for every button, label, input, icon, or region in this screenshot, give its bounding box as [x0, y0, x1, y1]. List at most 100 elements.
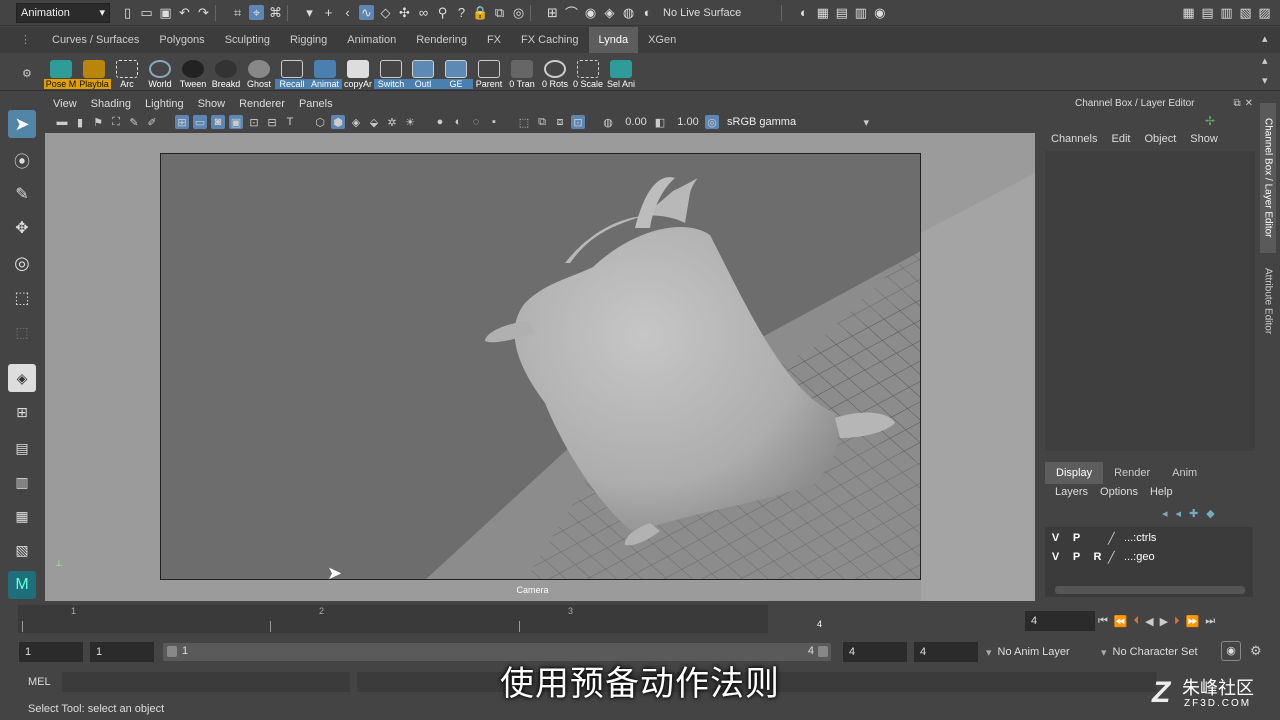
field-chart-icon[interactable]: ⊡ — [247, 115, 261, 129]
layer-row[interactable]: V P R ╱ ...:geo — [1045, 548, 1253, 566]
grease-pencil-icon[interactable]: ✎ — [127, 115, 141, 129]
shelf-scroll-icon[interactable]: ▴ — [1262, 32, 1268, 45]
time-slider[interactable]: 1 2 3 4 4 — [18, 605, 1018, 633]
move-tool-button[interactable]: ✥ — [8, 214, 36, 242]
xray-active-icon[interactable]: ⧈ — [553, 115, 567, 129]
shelf-button[interactable]: Switch — [374, 56, 408, 89]
shadows-icon[interactable]: ● — [433, 115, 447, 129]
wireframe-icon[interactable]: ⬡ — [313, 115, 327, 129]
play-backward-icon[interactable]: ◀ — [1145, 615, 1153, 628]
shelf-button[interactable]: Outl — [406, 56, 440, 89]
highlight-icon[interactable]: ⧉ — [492, 5, 507, 20]
reference-toggle[interactable]: R — [1087, 551, 1108, 563]
move-layer-down-icon[interactable]: ◂ — [1176, 507, 1182, 521]
shelf-button[interactable]: Recall — [275, 56, 309, 89]
grid-icon[interactable]: ⊞ — [175, 115, 189, 129]
graph-layout-button[interactable]: ▧ — [8, 536, 36, 564]
motion-blur-icon[interactable]: ◌ — [469, 115, 483, 129]
gear-icon[interactable]: ⚙ — [22, 67, 32, 80]
shelf-button[interactable]: Pose M — [44, 56, 78, 89]
shelf-button[interactable]: Breakd — [209, 56, 243, 89]
image-plane-icon[interactable]: ⛶ — [109, 115, 123, 129]
safe-title-icon[interactable]: T — [283, 115, 297, 129]
exposure-field[interactable]: 0.00 — [619, 116, 653, 128]
snap-surface-icon[interactable]: ◍ — [621, 5, 636, 20]
step-back-frame-icon[interactable]: ⏴ — [1134, 615, 1140, 628]
viewport[interactable]: ⊥ Camera ➤ — [45, 133, 1035, 601]
step-forward-key-icon[interactable]: ⏩ — [1186, 615, 1200, 628]
layer-scrollbar[interactable] — [1055, 586, 1245, 594]
shelf-tab[interactable]: Polygons — [149, 27, 214, 53]
select-tool-button[interactable]: ➤ — [8, 110, 36, 138]
render-mask-icon[interactable]: ⚲ — [435, 5, 450, 20]
2d-pan-icon[interactable]: ✐ — [145, 115, 159, 129]
new-scene-icon[interactable]: ▯ — [120, 5, 135, 20]
panel-menu-item[interactable]: View — [53, 98, 77, 110]
close-icon[interactable]: ✕ — [1245, 98, 1253, 109]
panel-menu-item[interactable]: Show — [198, 98, 226, 110]
camera-mask-icon[interactable]: ◎ — [511, 5, 526, 20]
gate-mask-icon[interactable]: ▣ — [229, 115, 243, 129]
dynamic-mask-icon[interactable]: ∞ — [416, 5, 431, 20]
color-space-dropdown[interactable]: sRGB gamma ▾ — [723, 114, 873, 130]
undo-icon[interactable]: ↶ — [177, 5, 192, 20]
playback-toggle[interactable]: P — [1066, 532, 1087, 544]
handle-mask-icon[interactable]: + — [321, 5, 336, 20]
misc-mask-icon[interactable]: ? — [454, 5, 469, 20]
select-mask-icon[interactable]: ▾ — [302, 5, 317, 20]
shelf-button[interactable]: Arc — [110, 56, 144, 89]
channel-box-area[interactable] — [1045, 151, 1255, 451]
four-view-layout-button[interactable]: ⊞ — [8, 398, 36, 426]
camera-select-icon[interactable]: ▬ — [55, 115, 69, 129]
shelf-tab[interactable]: Rigging — [280, 27, 337, 53]
channel-box-menu-item[interactable]: Object — [1144, 133, 1176, 149]
snap-curve-icon[interactable]: ⌒ — [564, 5, 579, 21]
attribute-editor-icon[interactable]: ▥ — [1219, 5, 1234, 20]
shelf-tab[interactable]: FX — [477, 27, 511, 53]
tab-attribute-editor[interactable]: Attribute Editor — [1260, 260, 1276, 342]
camera-attr-icon[interactable]: ▮ — [73, 115, 87, 129]
select-object-icon[interactable]: ⌖ — [249, 5, 264, 20]
step-forward-frame-icon[interactable]: ⏵ — [1174, 615, 1180, 628]
shelf-button[interactable]: copyAr — [341, 56, 375, 89]
shelf-tab[interactable]: FX Caching — [511, 27, 588, 53]
render-settings-icon[interactable]: ▥ — [853, 5, 868, 20]
visibility-toggle[interactable]: V — [1045, 532, 1066, 544]
resolution-gate-icon[interactable]: ◙ — [211, 115, 225, 129]
layer-color-icon[interactable]: ╱ — [1108, 551, 1124, 564]
panel-menu-item[interactable]: Renderer — [239, 98, 285, 110]
gamma-field[interactable]: 1.00 — [671, 116, 705, 128]
tool-settings-icon[interactable]: ▧ — [1238, 5, 1253, 20]
antialias-icon[interactable]: ▪ — [487, 115, 501, 129]
render-frame-icon[interactable]: ◐ — [796, 5, 811, 20]
shelf-button[interactable]: 0 Rots — [538, 56, 572, 89]
open-scene-icon[interactable]: ▭ — [139, 5, 154, 20]
paint-select-tool-button[interactable]: ✎ — [8, 180, 36, 208]
shelf-button[interactable]: Animat — [308, 56, 342, 89]
film-gate-icon[interactable]: ▭ — [193, 115, 207, 129]
shelf-tab[interactable]: XGen — [638, 27, 686, 53]
channel-box-menu-item[interactable]: Edit — [1111, 133, 1130, 149]
go-to-start-icon[interactable]: ⏮ — [1098, 615, 1108, 628]
deformer-mask-icon[interactable]: ✣ — [397, 5, 412, 20]
shelf-button[interactable]: Ghost — [242, 56, 276, 89]
wireframe-on-shaded-icon[interactable]: ◈ — [349, 115, 363, 129]
redo-icon[interactable]: ↷ — [196, 5, 211, 20]
panel-menu-item[interactable]: Shading — [91, 98, 131, 110]
shelf-button[interactable]: Sel Ani — [604, 56, 638, 89]
save-scene-icon[interactable]: ▣ — [158, 5, 173, 20]
play-forward-icon[interactable]: ▶ — [1160, 615, 1168, 628]
move-layer-up-icon[interactable]: ◂ — [1162, 507, 1168, 521]
last-tool-button[interactable]: ⬚ — [8, 318, 36, 346]
curve-mask-icon[interactable]: ∿ — [359, 5, 374, 20]
persp-graph-layout-button[interactable]: ▥ — [8, 468, 36, 496]
shelf-button[interactable]: Tween — [176, 56, 210, 89]
lock-icon[interactable]: 🔒 — [472, 5, 488, 20]
single-perspective-layout-button[interactable]: ◈ — [8, 364, 36, 392]
select-hierarchy-icon[interactable]: ⌗ — [230, 5, 245, 20]
go-to-end-icon[interactable]: ⏭ — [1205, 615, 1215, 628]
channel-box-icon[interactable]: ▨ — [1257, 5, 1272, 20]
bookmark-icon[interactable]: ⚑ — [91, 115, 105, 129]
new-layer-selected-icon[interactable]: ◆ — [1206, 507, 1214, 521]
ipr-icon[interactable]: ▤ — [834, 5, 849, 20]
